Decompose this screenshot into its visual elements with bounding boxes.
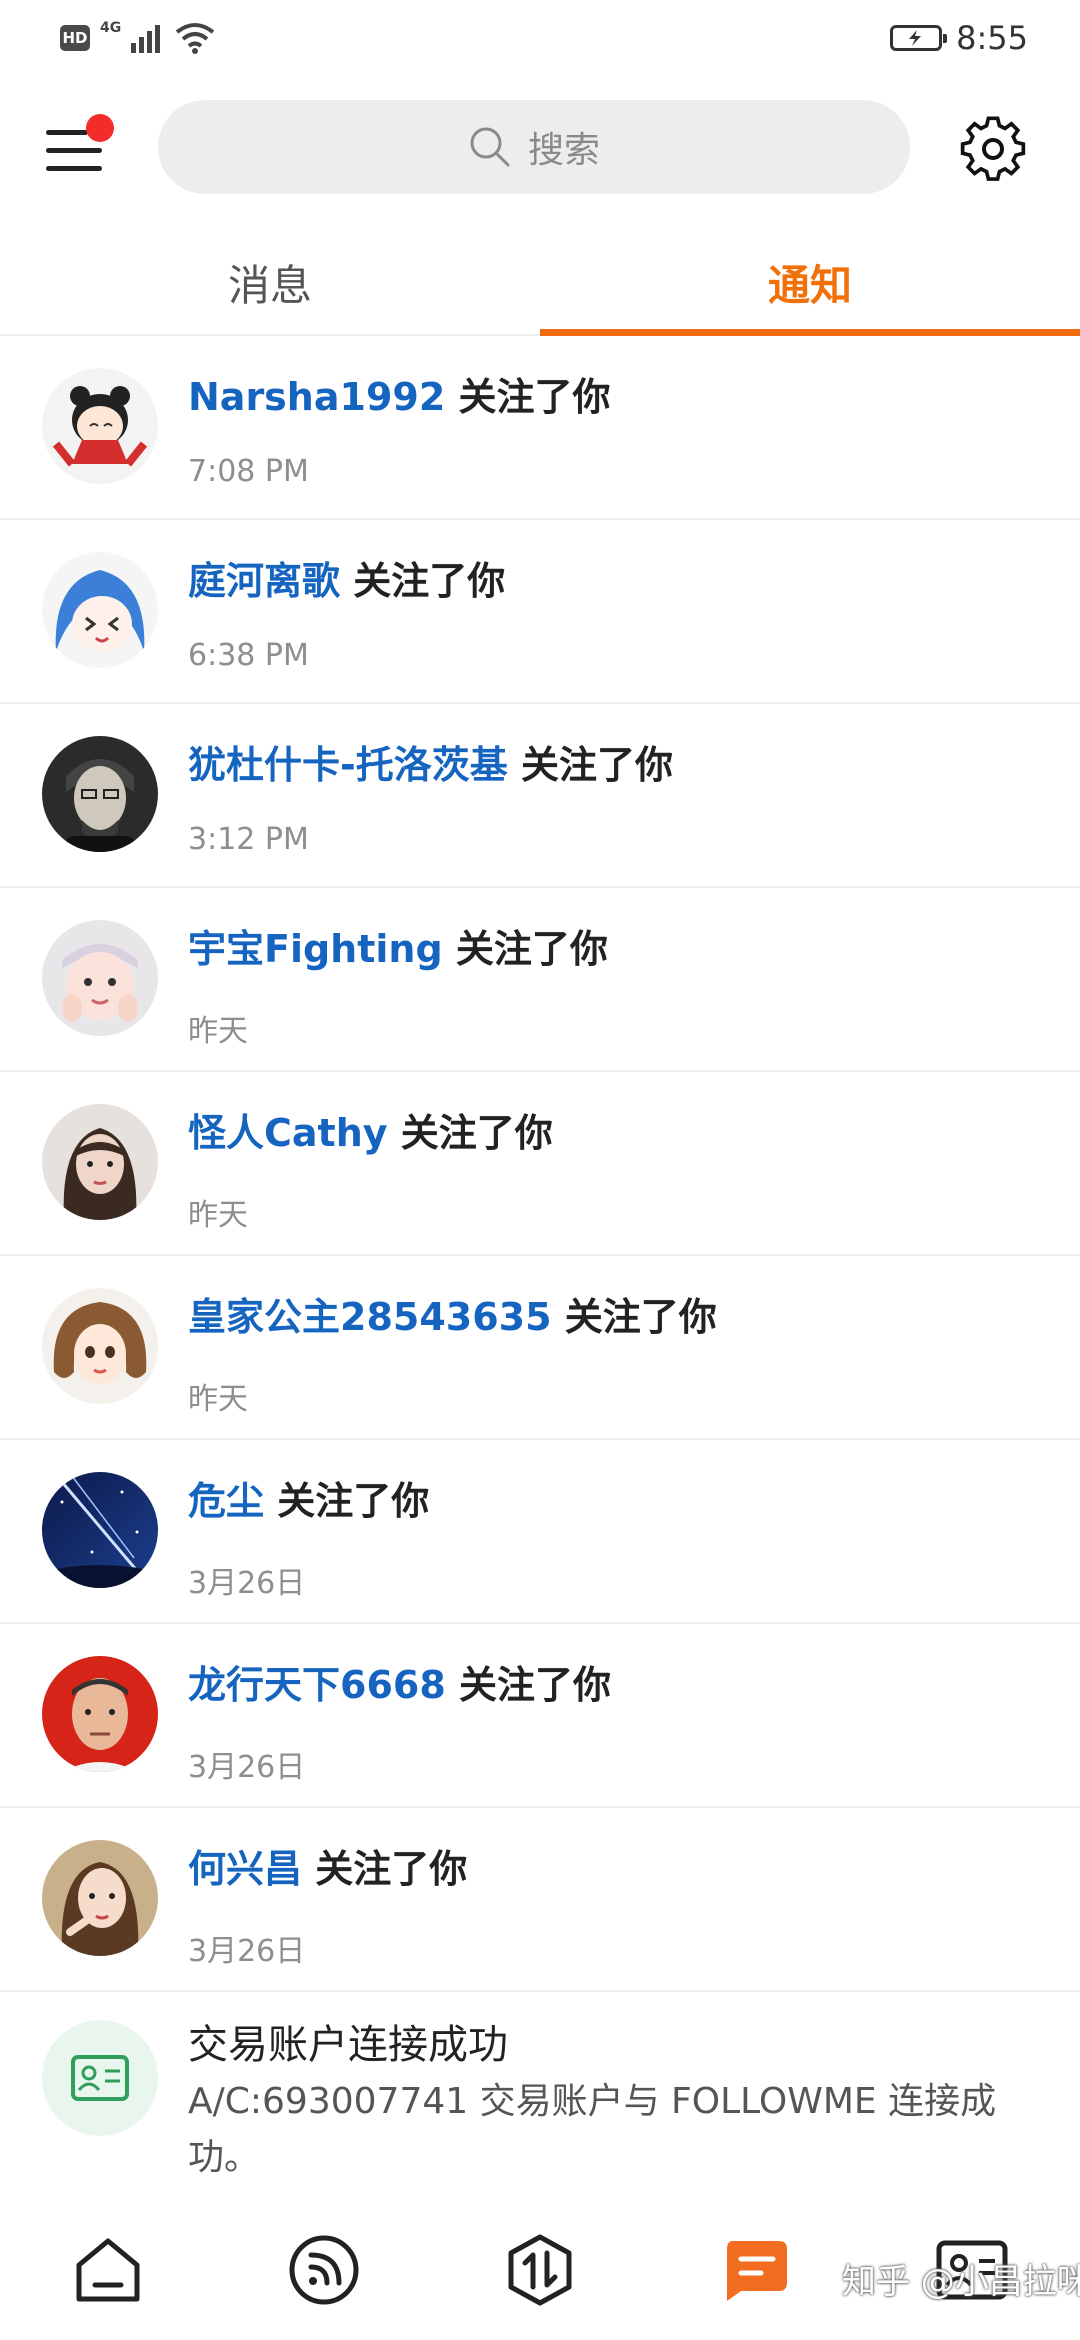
action-text: 关注了你 <box>315 1847 468 1891</box>
status-right: 8:55 <box>890 14 1028 62</box>
action-text: 关注了你 <box>459 1663 612 1707</box>
tab-bar: 消息 通知 <box>0 232 1080 336</box>
nav-messages[interactable] <box>716 2230 796 2310</box>
signal-icon <box>131 25 161 53</box>
notification-list: Narsha1992 关注了你 7:08 PM 庭河离歌 关注了你 6:38 P… <box>0 336 1080 2206</box>
nav-feed[interactable] <box>284 2230 364 2310</box>
menu-icon-bar <box>46 130 88 135</box>
username-link[interactable]: 犹杜什卡-托洛茨基 <box>188 743 508 787</box>
list-item[interactable]: 宇宝Fighting 关注了你 昨天 <box>0 888 1080 1072</box>
search-placeholder: 搜索 <box>527 130 600 171</box>
avatar[interactable] <box>42 1840 158 1956</box>
list-item[interactable]: 危尘 关注了你 3月26日 <box>0 1440 1080 1624</box>
list-item[interactable]: 何兴昌 关注了你 3月26日 <box>0 1808 1080 1992</box>
top-header: 搜索 <box>0 100 1080 196</box>
home-icon <box>76 2238 140 2302</box>
notification-title: 怪人Cathy 关注了你 <box>188 1102 553 1157</box>
username-link[interactable]: Narsha1992 <box>188 375 445 419</box>
avatar[interactable] <box>42 1656 158 1772</box>
timestamp: 3月26日 <box>188 1750 306 1785</box>
username-link[interactable]: 危尘 <box>188 1479 264 1523</box>
message-icon <box>727 2241 787 2301</box>
menu-icon-bar <box>46 166 102 171</box>
gear-icon <box>960 116 1026 181</box>
id-card-icon <box>42 2020 158 2136</box>
clock: 8:55 <box>956 19 1028 57</box>
list-item[interactable]: 皇家公主28543635 关注了你 昨天 <box>0 1256 1080 1440</box>
username-link[interactable]: 何兴昌 <box>188 1847 302 1891</box>
avatar[interactable] <box>42 1472 158 1588</box>
notification-title: 皇家公主28543635 关注了你 <box>188 1286 717 1341</box>
search-bar[interactable]: 搜索 <box>158 100 910 194</box>
nav-trade[interactable] <box>500 2230 580 2310</box>
watermark: 知乎 @小昌拉咪 <box>842 2262 1080 2302</box>
action-text: 关注了你 <box>353 559 506 603</box>
action-text: 关注了你 <box>458 375 611 419</box>
battery-charging-icon <box>890 25 948 51</box>
avatar[interactable] <box>42 1104 158 1220</box>
timestamp: 3月26日 <box>188 1934 306 1969</box>
username-link[interactable]: 龙行天下6668 <box>188 1663 446 1707</box>
action-text: 关注了你 <box>564 1295 717 1339</box>
timestamp: 昨天 <box>188 1382 248 1417</box>
notification-title: 犹杜什卡-托洛茨基 关注了你 <box>188 734 673 789</box>
settings-button[interactable] <box>958 114 1028 184</box>
timestamp: 昨天 <box>188 1014 248 1049</box>
notification-title: 宇宝Fighting 关注了你 <box>188 918 608 973</box>
avatar[interactable] <box>42 1288 158 1404</box>
avatar[interactable] <box>42 920 158 1036</box>
tab-notifications[interactable]: 通知 <box>540 232 1080 332</box>
system-notification[interactable]: 交易账户连接成功 A/C:693007741 交易账户与 FOLLOWME 连接… <box>0 1992 1080 2206</box>
notification-title: 庭河离歌 关注了你 <box>188 550 505 605</box>
menu-button[interactable] <box>46 114 116 180</box>
action-text: 关注了你 <box>400 1111 553 1155</box>
trade-arrows-icon <box>508 2234 572 2306</box>
list-item[interactable]: 怪人Cathy 关注了你 昨天 <box>0 1072 1080 1256</box>
search-icon <box>470 127 510 167</box>
notification-title: 危尘 关注了你 <box>188 1470 429 1525</box>
list-item[interactable]: Narsha1992 关注了你 7:08 PM <box>0 336 1080 520</box>
avatar[interactable] <box>42 552 158 668</box>
unread-dot <box>86 114 114 142</box>
username-link[interactable]: 皇家公主28543635 <box>188 1295 552 1339</box>
rss-icon <box>289 2235 359 2305</box>
notification-title: 何兴昌 关注了你 <box>188 1838 467 1893</box>
username-link[interactable]: 怪人Cathy <box>188 1111 388 1155</box>
wifi-icon <box>176 23 215 54</box>
nav-home[interactable] <box>68 2230 148 2310</box>
system-notice-title: 交易账户连接成功 <box>188 2022 508 2068</box>
status-bar: HD 4G 8:55 <box>0 0 1080 80</box>
notification-title: 龙行天下6668 关注了你 <box>188 1654 611 1709</box>
notification-title: Narsha1992 关注了你 <box>188 366 611 421</box>
timestamp: 昨天 <box>188 1198 248 1233</box>
timestamp: 6:38 PM <box>188 638 309 673</box>
hd-icon: HD <box>60 25 90 51</box>
network-type-label: 4G <box>100 20 122 36</box>
tab-messages[interactable]: 消息 <box>0 232 540 332</box>
timestamp: 7:08 PM <box>188 454 309 489</box>
action-text: 关注了你 <box>521 743 674 787</box>
list-item[interactable]: 龙行天下6668 关注了你 3月26日 <box>0 1624 1080 1808</box>
username-link[interactable]: 庭河离歌 <box>188 559 340 603</box>
timestamp: 3:12 PM <box>188 822 309 857</box>
menu-icon-bar <box>46 148 102 153</box>
username-link[interactable]: 宇宝Fighting <box>188 927 443 971</box>
avatar[interactable] <box>42 368 158 484</box>
action-text: 关注了你 <box>277 1479 430 1523</box>
list-item[interactable]: 庭河离歌 关注了你 6:38 PM <box>0 520 1080 704</box>
status-left: HD 4G <box>60 18 215 58</box>
list-item[interactable]: 犹杜什卡-托洛茨基 关注了你 3:12 PM <box>0 704 1080 888</box>
active-tab-indicator <box>540 329 1080 336</box>
action-text: 关注了你 <box>455 927 608 971</box>
avatar[interactable] <box>42 736 158 852</box>
system-notice-description: A/C:693007741 交易账户与 FOLLOWME 连接成功。 <box>188 2081 997 2178</box>
timestamp: 3月26日 <box>188 1566 306 1601</box>
